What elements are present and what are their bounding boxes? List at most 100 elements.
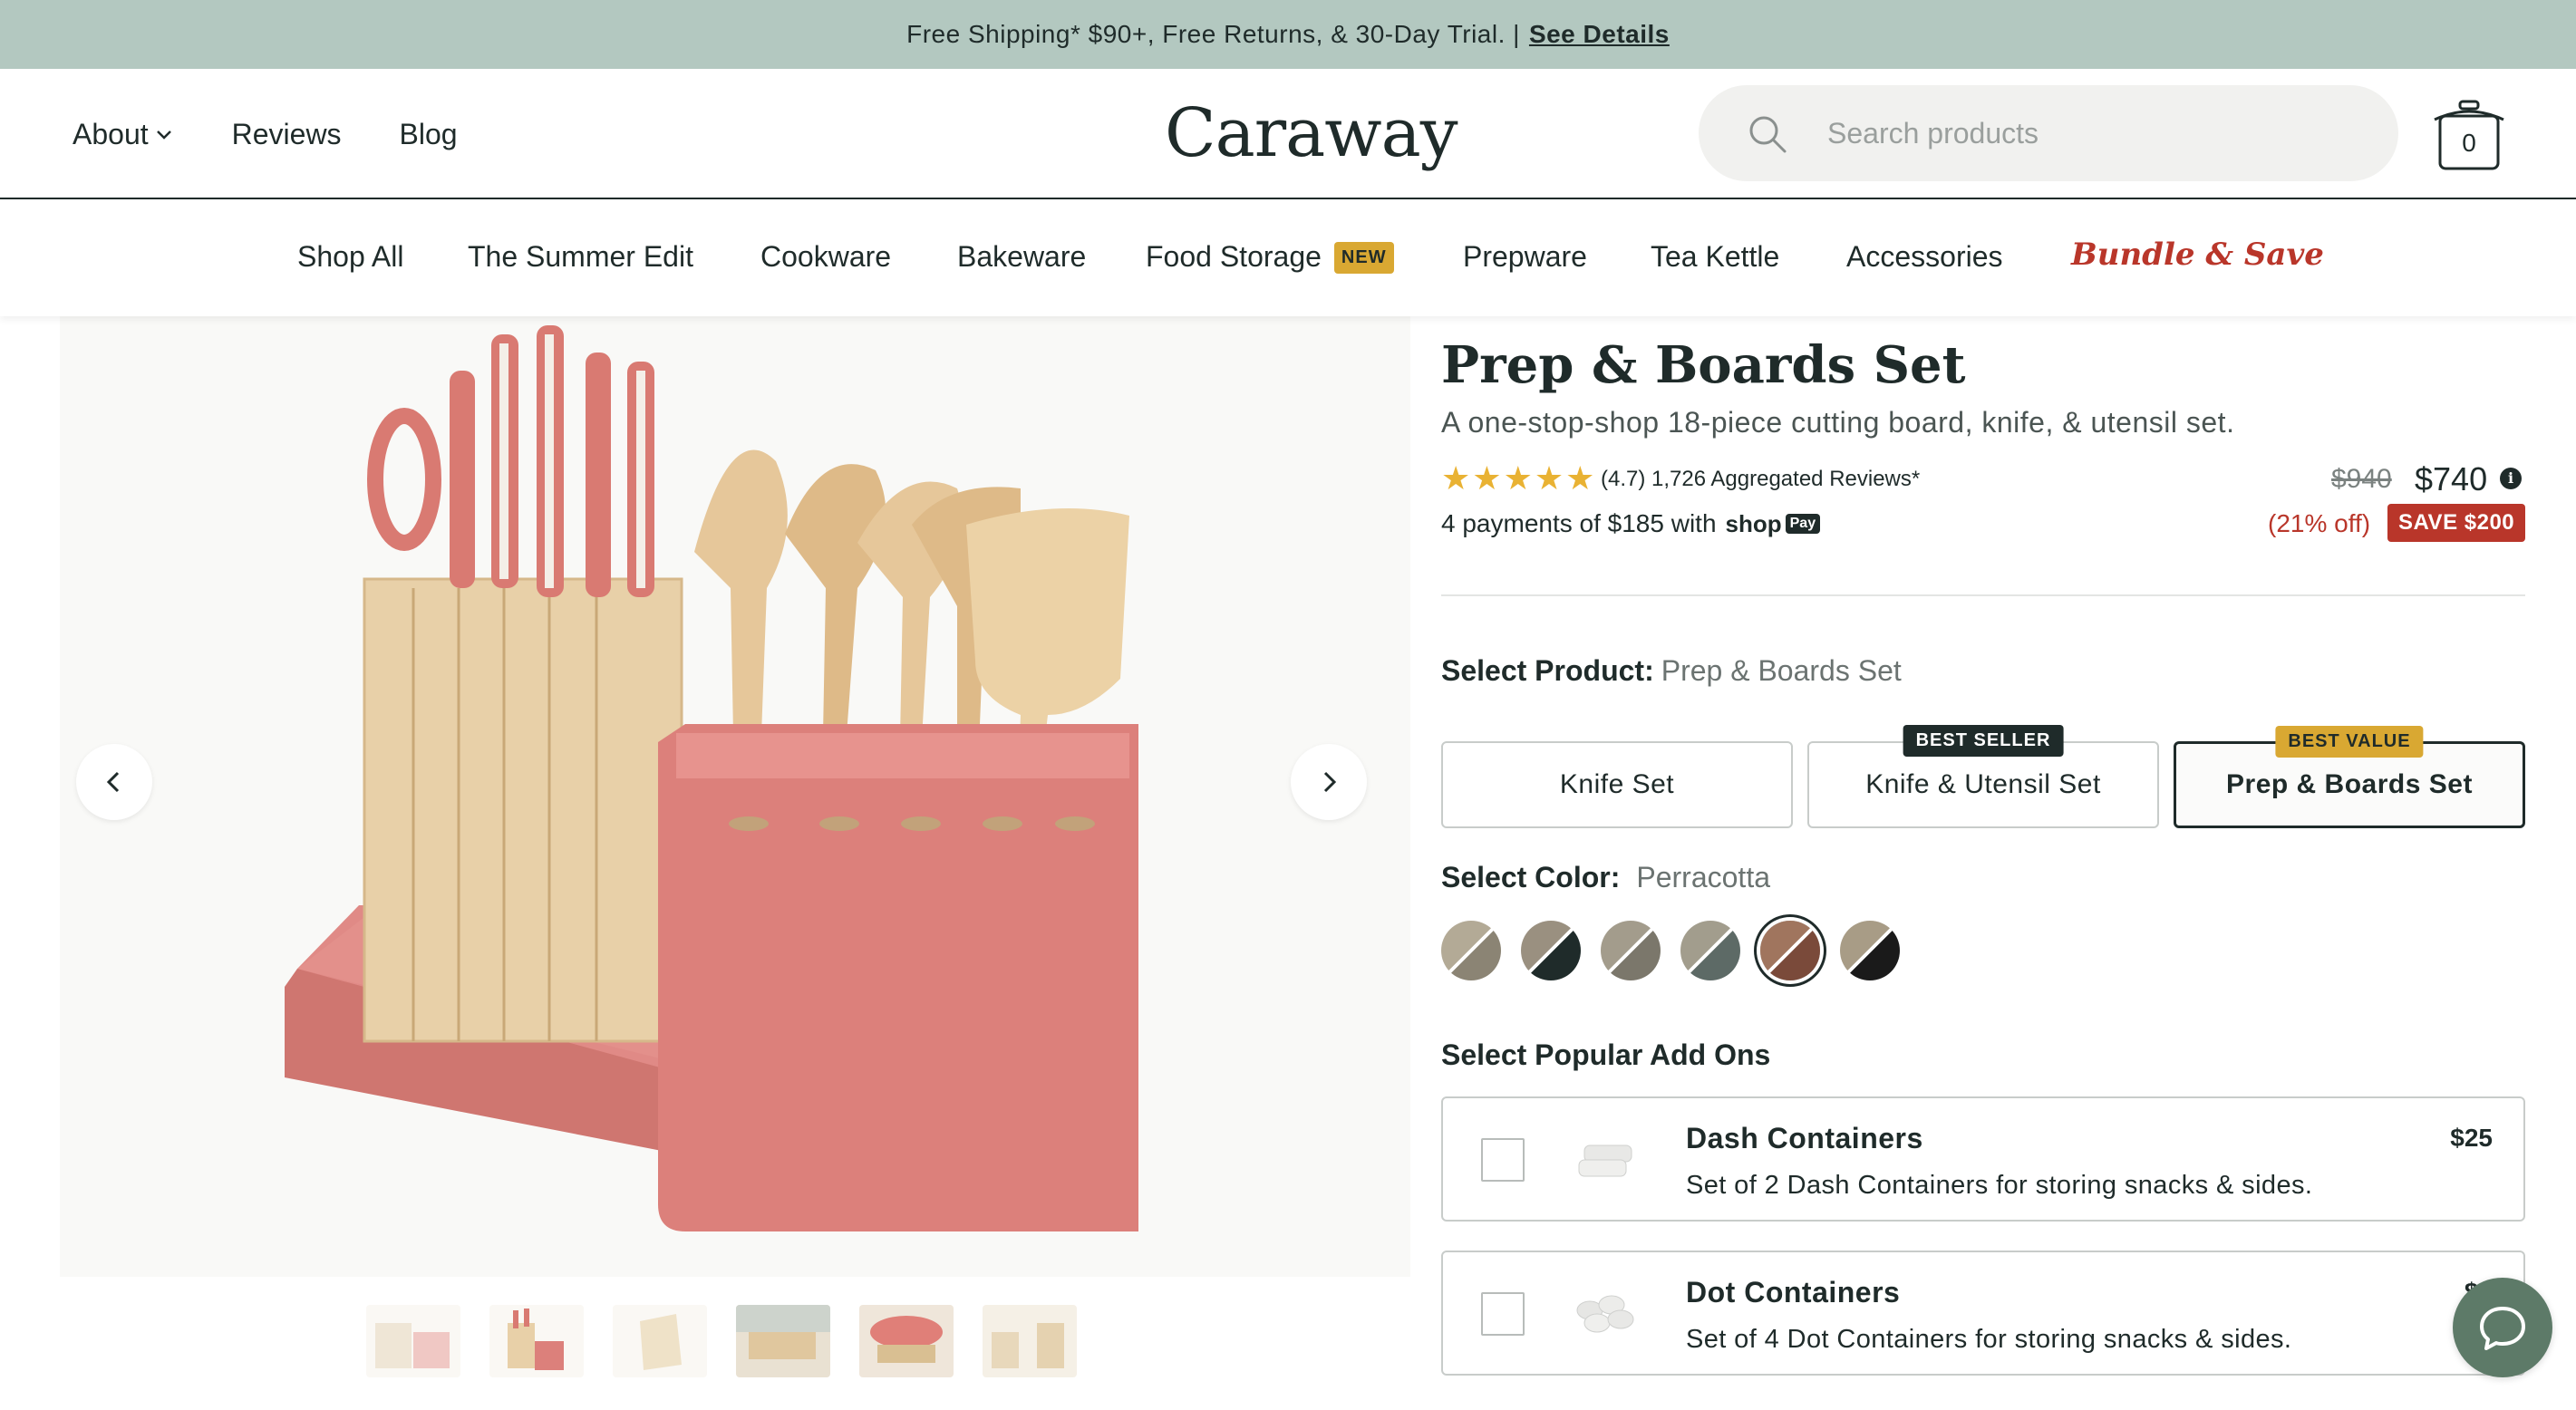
addon-desc: Set of 4 Dot Containers for storing snac… [1686,1325,2292,1354]
cat-food-storage[interactable]: Food Storage NEW [1146,240,1394,274]
site-header: About Reviews Blog Caraway 0 [0,69,2576,199]
announcement-bar: Free Shipping* $90+, Free Returns, & 30-… [0,0,2576,69]
nav-reviews[interactable]: Reviews [232,118,342,151]
option-prep-boards-set[interactable]: BEST VALUE Prep & Boards Set [2174,726,2525,828]
thumbnail-image [366,1305,460,1377]
thumbnail-1[interactable] [366,1305,460,1377]
color-swatch-2[interactable] [1521,921,1581,980]
addon-desc: Set of 2 Dash Containers for storing sna… [1686,1171,2313,1200]
see-details-link[interactable]: See Details [1529,20,1670,49]
color-swatch-1[interactable] [1441,921,1501,980]
addon-checkbox[interactable] [1481,1292,1525,1336]
cat-prepware[interactable]: Prepware [1463,240,1587,274]
color-swatch-4[interactable] [1680,921,1740,980]
cat-accessories[interactable]: Accessories [1846,240,2003,274]
select-product-heading: Select Product: [1441,654,1654,687]
addon-dash-containers: Dash Containers Set of 2 Dash Containers… [1441,1096,2525,1222]
search-icon [1749,116,1787,153]
select-product-value: Prep & Boards Set [1661,654,1902,687]
gallery-next-button[interactable] [1291,744,1367,820]
select-color-heading: Select Color: [1441,861,1621,893]
thumbnail-5[interactable] [859,1305,954,1377]
cat-tea-kettle[interactable]: Tea Kettle [1651,240,1779,274]
thumbnail-image [736,1305,830,1377]
rating-stars: ★ ★ ★ ★ ★ [1441,462,1594,495]
search-input[interactable] [1827,108,2353,159]
gallery-prev-button[interactable] [76,744,152,820]
gallery-thumbnails [366,1305,1077,1392]
dash-containers-image [1578,1144,1632,1177]
color-swatch-6[interactable] [1840,921,1900,980]
product-gallery [60,316,1410,1277]
select-color-value: Perracotta [1636,861,1770,893]
addon-name: Dash Containers [1686,1122,1923,1154]
header-nav: About Reviews Blog [73,69,458,199]
addon-name: Dot Containers [1686,1276,1901,1309]
price-original: $940 [2331,464,2392,494]
color-swatch-5[interactable] [1760,921,1820,980]
thumbnail-image [983,1305,1077,1377]
cat-bundle-save[interactable]: Bundle & Save [2071,237,2324,273]
shop-pay-pay: Pay [1785,514,1821,534]
nav-about[interactable]: About [73,118,174,151]
product-subtitle: A one-stop-shop 18-piece cutting board, … [1441,406,2235,439]
section-divider [1441,594,2525,596]
shop-pay-logo: shop Pay [1726,510,1821,538]
chat-bubble-icon [2480,1307,2525,1350]
cat-summer-edit[interactable]: The Summer Edit [468,240,693,274]
chat-button[interactable] [2453,1278,2552,1377]
thumbnail-image [613,1305,707,1377]
addon-checkbox[interactable] [1481,1138,1525,1182]
thumbnail-image [859,1305,954,1377]
best-seller-ribbon: BEST SELLER [1903,725,2064,757]
save-badge: SAVE $200 [2387,504,2526,542]
select-product-label: Select Product: Prep & Boards Set [1441,654,1902,688]
addon-price: $25 [2450,1124,2493,1152]
cat-shop-all[interactable]: Shop All [297,240,403,274]
caraway-logo[interactable]: Caraway [1165,94,1457,172]
cat-bakeware[interactable]: Bakeware [957,240,1086,274]
dot-containers-image [1576,1295,1634,1333]
cart-count: 0 [2462,129,2476,157]
option-knife-utensil-set[interactable]: BEST SELLER Knife & Utensil Set [1807,725,2159,828]
select-color-label: Select Color: Perracotta [1441,861,1770,894]
option-label: Knife Set [1559,769,1675,799]
announcement-text: Free Shipping* $90+, Free Returns, & 30-… [906,20,1520,48]
cat-food-storage-label: Food Storage [1146,240,1322,273]
cat-cookware[interactable]: Cookware [760,240,891,274]
new-badge: NEW [1333,242,1394,274]
star-icon: ★ [1565,459,1595,497]
thumbnail-3[interactable] [613,1305,707,1377]
cart-button[interactable]: 0 [2429,98,2509,174]
star-icon: ★ [1472,459,1502,497]
price-current: $740 [2415,460,2488,497]
color-swatches [1441,921,1900,980]
addon-dot-containers: Dot Containers Set of 4 Dot Containers f… [1441,1251,2525,1376]
color-swatch-3[interactable] [1601,921,1661,980]
rating-reviews-link[interactable]: (4.7) 1,726 Aggregated Reviews* [1601,467,1920,492]
option-knife-set[interactable]: Knife Set [1441,741,1793,828]
shop-pay-shop: shop [1725,509,1782,537]
option-label: Prep & Boards Set [2226,769,2473,799]
percent-off: (21% off) [2268,509,2371,537]
installments-text: 4 payments of $185 with [1441,509,1717,537]
installments: 4 payments of $185 with shop Pay [1441,509,1821,538]
search-bar [1699,85,2398,181]
thumbnail-2[interactable] [489,1305,584,1377]
star-icon: ★ [1534,459,1564,497]
product-title: Prep & Boards Set [1441,335,1966,395]
thumbnail-image [489,1305,584,1377]
thumbnail-6[interactable] [983,1305,1077,1377]
category-nav: Shop All The Summer Edit Cookware Bakewa… [0,200,2576,316]
nav-blog[interactable]: Blog [400,118,458,151]
chevron-right-icon [1323,771,1337,793]
chevron-down-icon [156,130,171,140]
info-icon[interactable]: i [2500,468,2522,489]
product-image [285,325,1138,1231]
star-icon: ★ [1503,459,1533,497]
addons-heading: Select Popular Add Ons [1441,1038,1771,1071]
chevron-left-icon [106,771,120,793]
nav-about-label: About [73,117,149,150]
thumbnail-4[interactable] [736,1305,830,1377]
star-icon: ★ [1441,459,1471,497]
